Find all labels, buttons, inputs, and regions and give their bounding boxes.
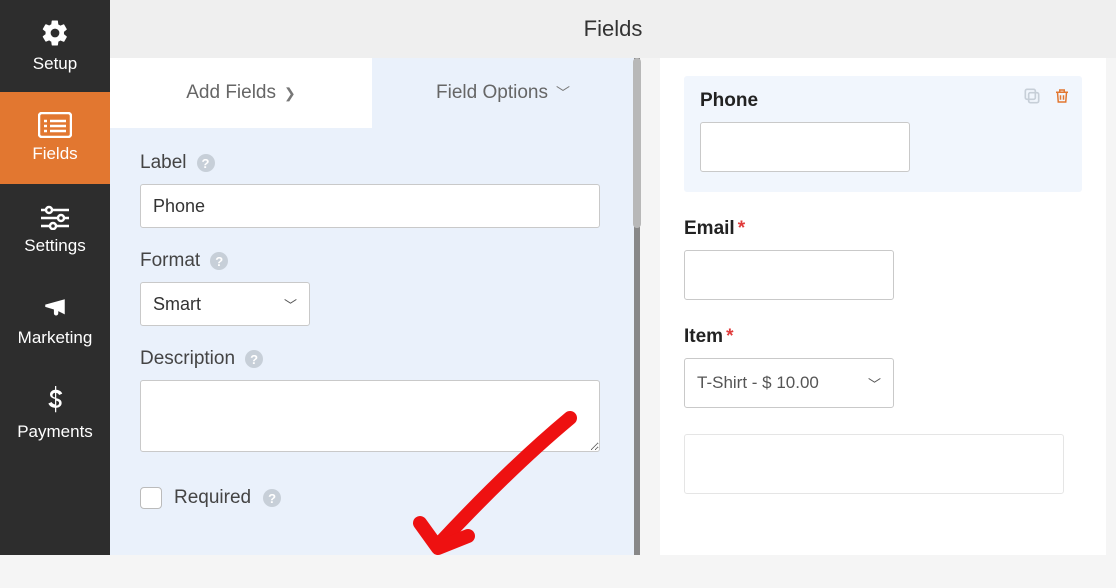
label-input[interactable] bbox=[140, 184, 600, 228]
sidebar-item-label: Payments bbox=[17, 422, 93, 442]
preview-item-selected: T-Shirt - $ 10.00 bbox=[697, 373, 819, 393]
sidebar-item-label: Fields bbox=[32, 144, 77, 164]
left-panel: Add Fields ❯ Field Options ﹀ Label ? For… bbox=[110, 58, 640, 555]
tab-label: Add Fields bbox=[186, 82, 276, 104]
sliders-icon bbox=[39, 204, 71, 230]
duplicate-icon[interactable] bbox=[1022, 86, 1042, 106]
sidebar-item-label: Setup bbox=[33, 54, 77, 74]
preview-phone-input[interactable] bbox=[700, 122, 910, 172]
tabs: Add Fields ❯ Field Options ﹀ bbox=[110, 58, 634, 128]
help-icon[interactable]: ? bbox=[245, 350, 263, 368]
required-indicator: * bbox=[738, 218, 745, 240]
list-icon bbox=[38, 112, 72, 138]
format-select[interactable]: Smart ﹀ bbox=[140, 282, 310, 326]
sidebar-item-payments[interactable]: Payments bbox=[0, 368, 110, 460]
sidebar-item-marketing[interactable]: Marketing bbox=[0, 276, 110, 368]
scrollbar[interactable] bbox=[633, 58, 641, 228]
preview-item-select[interactable]: T-Shirt - $ 10.00 ﹀ bbox=[684, 358, 894, 408]
required-indicator: * bbox=[726, 326, 733, 348]
chevron-down-icon: ﹀ bbox=[284, 295, 297, 314]
help-icon[interactable]: ? bbox=[263, 489, 281, 507]
chevron-down-icon: ﹀ bbox=[868, 374, 881, 393]
preview-field-item[interactable]: Item * T-Shirt - $ 10.00 ﹀ bbox=[684, 326, 1082, 408]
preview-email-label: Email bbox=[684, 218, 735, 240]
sidebar-item-setup[interactable]: Setup bbox=[0, 0, 110, 92]
preview-field-placeholder bbox=[684, 434, 1064, 494]
label-caption: Label bbox=[140, 152, 187, 174]
sidebar-item-fields[interactable]: Fields bbox=[0, 92, 110, 184]
tab-label: Field Options bbox=[436, 82, 548, 104]
gear-icon bbox=[40, 18, 70, 48]
description-textarea[interactable] bbox=[140, 380, 600, 452]
format-caption: Format bbox=[140, 250, 200, 272]
help-icon[interactable]: ? bbox=[197, 154, 215, 172]
form-preview: Phone Email * Item * T-Shirt - $ 10.00 ﹀ bbox=[660, 58, 1106, 555]
field-options-panel: Label ? Format ? Smart ﹀ Description ? bbox=[110, 128, 634, 519]
preview-phone-label: Phone bbox=[700, 90, 758, 112]
chevron-down-icon: ﹀ bbox=[556, 83, 570, 103]
page-title: Fields bbox=[584, 16, 643, 42]
preview-item-label: Item bbox=[684, 326, 723, 348]
tab-field-options[interactable]: Field Options ﹀ bbox=[372, 58, 634, 128]
trash-icon[interactable] bbox=[1052, 86, 1072, 106]
sidebar-item-label: Settings bbox=[24, 236, 85, 256]
dollar-icon bbox=[46, 386, 64, 416]
sidebar: Setup Fields Settings Marketing Payments bbox=[0, 0, 110, 555]
description-caption: Description bbox=[140, 348, 235, 370]
bullhorn-icon bbox=[40, 296, 70, 322]
preview-email-input[interactable] bbox=[684, 250, 894, 300]
required-caption: Required bbox=[174, 487, 251, 509]
format-value: Smart bbox=[153, 294, 201, 315]
required-checkbox[interactable] bbox=[140, 487, 162, 509]
chevron-right-icon: ❯ bbox=[284, 85, 296, 102]
page-header: Fields bbox=[110, 0, 1116, 58]
preview-field-phone[interactable]: Phone bbox=[684, 76, 1082, 192]
preview-field-email[interactable]: Email * bbox=[684, 218, 1082, 300]
tab-add-fields[interactable]: Add Fields ❯ bbox=[110, 58, 372, 128]
sidebar-item-label: Marketing bbox=[18, 328, 93, 348]
sidebar-item-settings[interactable]: Settings bbox=[0, 184, 110, 276]
help-icon[interactable]: ? bbox=[210, 252, 228, 270]
